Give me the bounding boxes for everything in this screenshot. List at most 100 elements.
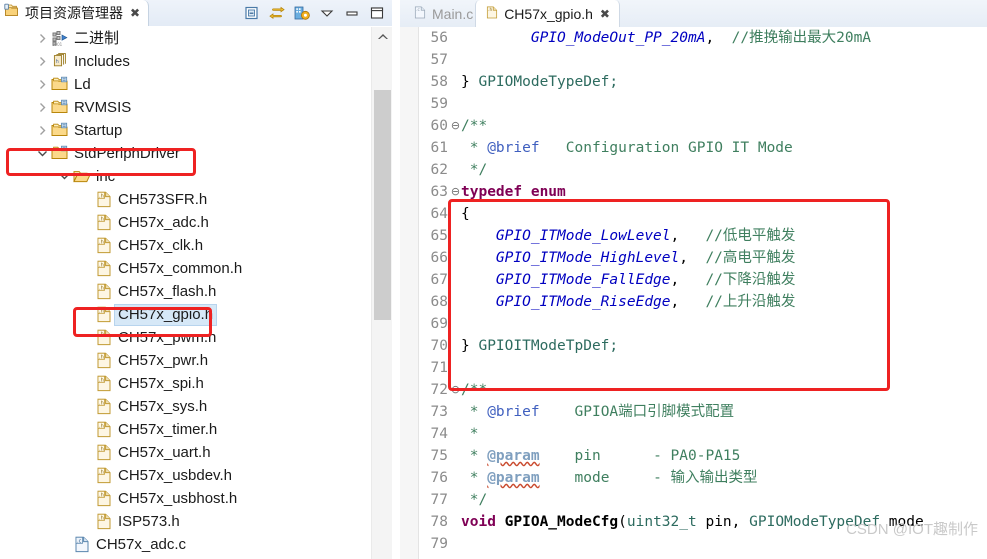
twisty-placeholder <box>80 377 93 390</box>
chevron-down-icon[interactable] <box>58 170 71 183</box>
editor-tab-label: CH57x_gpio.h <box>504 5 593 22</box>
code-line: 63 ⊖ typedef enum <box>400 181 987 203</box>
maximize-icon[interactable] <box>368 4 386 22</box>
close-icon[interactable]: ✖ <box>130 7 140 19</box>
tree-item-label: Ld <box>74 76 91 93</box>
code-text: /** <box>461 382 488 398</box>
code-text: } GPIOITModeTpDef; <box>461 338 619 354</box>
svg-text:.h: .h <box>99 262 104 268</box>
header-icon: .h <box>95 398 113 415</box>
tree-item-isp573-h[interactable]: .h ISP573.h <box>0 510 371 533</box>
code-text-area[interactable]: 56 GPIO_ModeOut_PP_20mA, //推挽输出最大20mA 57 5… <box>400 27 987 559</box>
tree-item-ch57x-flash-h[interactable]: .h CH57x_flash.h <box>0 280 371 303</box>
minimize-icon[interactable] <box>343 4 361 22</box>
tree-item-rvmsis[interactable]: RVMSIS <box>0 96 371 119</box>
code-text: * @param mode - 输入输出类型 <box>461 470 758 486</box>
chevron-right-icon[interactable] <box>36 124 49 137</box>
tab-close-icon[interactable]: ✖ <box>600 8 610 20</box>
code-text: { <box>461 206 470 222</box>
link-with-editor-icon[interactable] <box>268 4 286 22</box>
chevron-right-icon[interactable] <box>36 32 49 45</box>
svg-text:.h: .h <box>99 377 104 383</box>
header-icon: .h <box>95 421 113 438</box>
tree-item-label: 二进制 <box>74 30 120 47</box>
line-number: 74 <box>430 426 448 442</box>
panel-splitter[interactable] <box>392 0 400 559</box>
folder-icon <box>51 99 69 116</box>
tree-item-ch57x-spi-h[interactable]: .h CH57x_spi.h <box>0 372 371 395</box>
fold-toggle-icon[interactable]: ⊖ <box>450 379 461 401</box>
twisty-placeholder <box>80 308 93 321</box>
view-menu-build-icon[interactable] <box>293 4 311 22</box>
svg-text:1001: 1001 <box>52 42 63 47</box>
project-tree[interactable]: 1001 二进制 h Includes Ld RVMSIS Startup StdPeriph… <box>0 27 371 559</box>
line-number: 71 <box>430 360 448 376</box>
tree-item-ch57x-common-h[interactable]: .h CH57x_common.h <box>0 257 371 280</box>
tree-item-ch57x-pwr-h[interactable]: .h CH57x_pwr.h <box>0 349 371 372</box>
tree-item-label: CH57x_uart.h <box>118 444 211 461</box>
tree-item-ld[interactable]: Ld <box>0 73 371 96</box>
twisty-placeholder <box>80 423 93 436</box>
code-text: /** <box>461 555 487 559</box>
line-number: 76 <box>430 470 448 486</box>
header-icon: .h <box>95 237 113 254</box>
tree-item-[interactable]: 1001 二进制 <box>0 27 371 50</box>
code-line: 75 * @param pin - PA0-PA15 <box>400 445 987 467</box>
editor-tab-main-c[interactable]: .c Main.c <box>404 0 482 27</box>
twisty-placeholder <box>80 239 93 252</box>
tree-item-ch57x-adc-h[interactable]: .h CH57x_adc.h <box>0 211 371 234</box>
watermark-text: CSDN @IOT趣制作 <box>846 521 978 538</box>
tree-item-startup[interactable]: Startup <box>0 119 371 142</box>
tree-item-ch57x-usbhost-h[interactable]: .h CH57x_usbhost.h <box>0 487 371 510</box>
project-explorer-header: 项目资源管理器 ✖ <box>0 0 392 26</box>
tree-item-label: CH57x_spi.h <box>118 375 204 392</box>
svg-text:.h: .h <box>99 423 104 429</box>
tree-item-label: CH573SFR.h <box>118 191 208 208</box>
chevron-right-icon[interactable] <box>36 78 49 91</box>
twisty-placeholder <box>80 216 93 229</box>
header-icon: .h <box>95 306 113 323</box>
view-menu-chevron-icon[interactable] <box>318 4 336 22</box>
tree-item-includes[interactable]: h Includes <box>0 50 371 73</box>
line-number: 68 <box>430 294 448 310</box>
collapse-all-icon[interactable] <box>243 4 261 22</box>
tree-item-ch57x-adc-c[interactable]: .c CH57x_adc.c <box>0 533 371 556</box>
code-text: GPIO_ITMode_HighLevel, //高电平触发 <box>495 250 796 266</box>
chevron-down-icon[interactable] <box>36 147 49 160</box>
code-text: * @brief Configuration GPIO IT Mode <box>461 140 793 156</box>
code-text: GPIO_ITMode_LowLevel, //低电平触发 <box>495 228 796 244</box>
tree-item-label: CH57x_usbdev.h <box>118 467 232 484</box>
scrollbar-thumb[interactable] <box>374 90 391 320</box>
fold-toggle-icon[interactable]: ⊖ <box>450 181 461 203</box>
project-explorer-tab[interactable]: 项目资源管理器 ✖ <box>0 0 150 26</box>
fold-toggle-icon[interactable]: ⊖ <box>450 555 461 559</box>
fold-toggle-icon[interactable]: ⊖ <box>450 115 461 137</box>
tree-item-inc[interactable]: inc <box>0 165 371 188</box>
chevron-right-icon[interactable] <box>36 101 49 114</box>
line-number: 79 <box>430 536 448 552</box>
chevron-right-icon[interactable] <box>36 55 49 68</box>
tree-item-ch57x-sys-h[interactable]: .h CH57x_sys.h <box>0 395 371 418</box>
editor-tab-ch57x-gpio-h[interactable]: .h CH57x_gpio.h ✖ <box>475 0 620 27</box>
line-number: 77 <box>430 492 448 508</box>
twisty-placeholder <box>80 354 93 367</box>
eclipse-ide-window: 项目资源管理器 ✖ 1001 二进制 h Includes Ld RVMSIS … <box>0 0 987 559</box>
tree-item-ch57x-uart-h[interactable]: .h CH57x_uart.h <box>0 441 371 464</box>
tree-item-label: CH57x_adc.c <box>96 536 187 553</box>
tree-item-ch57x-usbdev-h[interactable]: .h CH57x_usbdev.h <box>0 464 371 487</box>
tree-item-stdperiphdriver[interactable]: StdPeriphDriver <box>0 142 371 165</box>
tree-item-ch573sfr-h[interactable]: .h CH573SFR.h <box>0 188 371 211</box>
project-tree-scrollbar[interactable] <box>371 27 392 559</box>
line-number: 59 <box>430 96 448 112</box>
tree-item-ch57x-pwm-h[interactable]: .h CH57x_pwm.h <box>0 326 371 349</box>
tree-item-ch57x-timer-h[interactable]: .h CH57x_timer.h <box>0 418 371 441</box>
project-explorer-panel: 项目资源管理器 ✖ 1001 二进制 h Includes Ld RVMSIS … <box>0 0 392 559</box>
tree-item-ch57x-clk-h[interactable]: .h CH57x_clk.h <box>0 234 371 257</box>
project-explorer-icon <box>4 3 20 24</box>
tree-item-ch57x-gpio-h[interactable]: .h CH57x_gpio.h <box>0 303 371 326</box>
scroll-up-icon[interactable] <box>372 27 392 45</box>
code-line: 57 <box>400 49 987 71</box>
svg-text:.c: .c <box>416 8 420 13</box>
code-line: 77 */ <box>400 489 987 511</box>
line-number: 57 <box>430 52 448 68</box>
